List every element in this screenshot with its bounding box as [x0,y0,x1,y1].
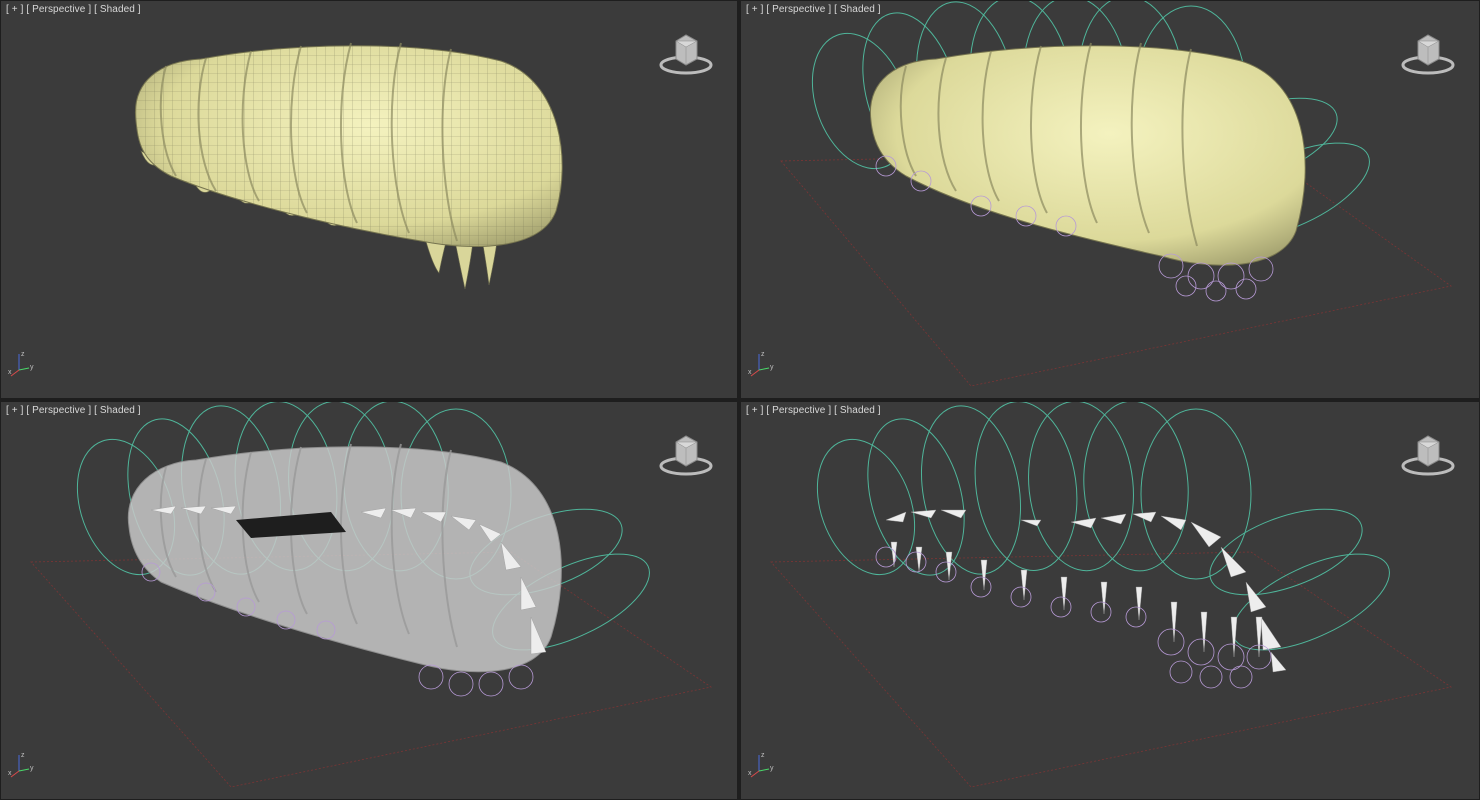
viewport-label: [ + ] [ Perspective ] [ Shaded ] [746,4,881,15]
axis-y-label: y [30,364,34,371]
viewport-label: [ + ] [ Perspective ] [ Shaded ] [6,405,141,416]
axis-y-label: y [30,765,34,772]
viewport-bottom-left[interactable]: [ + ] [ Perspective ] [ Shaded ] z x y [1,402,737,799]
axis-x-label: x [748,369,752,376]
scene-mesh-with-rig-controls [780,1,1452,387]
spine-bones[interactable] [885,509,1287,673]
viewcube-icon[interactable] [659,29,713,77]
axis-y-label: y [770,765,774,772]
scene-shaded-mesh [134,42,563,290]
viewport-menu[interactable]: [ + ] [6,4,23,15]
viewport-label: [ + ] [ Perspective ] [ Shaded ] [6,4,141,15]
scene-skeleton-only [770,402,1453,788]
axis-x-label: x [748,770,752,777]
axis-x-label: x [8,770,12,777]
viewcube-icon[interactable] [1401,29,1455,77]
viewport-menu[interactable]: [ + ] [746,4,763,15]
caterpillar-mesh[interactable] [869,42,1306,266]
viewport-view-mode[interactable]: [ Perspective ] [766,4,831,15]
viewport-label: [ + ] [ Perspective ] [ Shaded ] [746,405,881,416]
axis-y-label: y [770,364,774,371]
viewport-bottom-right[interactable]: [ + ] [ Perspective ] [ Shaded ] z x y [741,402,1479,799]
caterpillar-mesh[interactable] [134,42,563,290]
ground-grid [770,551,1453,788]
quad-viewport-layout: [ + ] [ Perspective ] [ Shaded ] z x y [… [0,0,1480,800]
axis-z-label: z [21,351,25,358]
caterpillar-mesh-xray[interactable] [127,443,562,673]
axis-x-label: x [8,369,12,376]
axis-z-label: z [761,351,765,358]
viewport-shading-mode[interactable]: [ Shaded ] [94,405,141,416]
viewport-view-mode[interactable]: [ Perspective ] [26,4,91,15]
viewport-view-mode[interactable]: [ Perspective ] [766,405,831,416]
viewport-menu[interactable]: [ + ] [746,405,763,416]
viewport-shading-mode[interactable]: [ Shaded ] [834,4,881,15]
axis-z-label: z [21,752,25,759]
viewport-view-mode[interactable]: [ Perspective ] [26,405,91,416]
viewport-menu[interactable]: [ + ] [6,405,23,416]
axis-tripod-icon: z x y [748,351,774,377]
viewport-shading-mode[interactable]: [ Shaded ] [834,405,881,416]
control-curves[interactable] [800,402,1403,670]
axis-tripod-icon: z x y [8,752,34,778]
axis-tripod-icon: z x y [748,752,774,778]
viewport-shading-mode[interactable]: [ Shaded ] [94,4,141,15]
viewport-top-right[interactable]: [ + ] [ Perspective ] [ Shaded ] z x y [741,1,1479,398]
axis-z-label: z [761,752,765,759]
scene-xray-mesh-with-bones [30,402,713,788]
axis-tripod-icon: z x y [8,351,34,377]
viewcube-icon[interactable] [1401,430,1455,478]
viewcube-icon[interactable] [659,430,713,478]
viewport-top-left[interactable]: [ + ] [ Perspective ] [ Shaded ] z x y [1,1,737,398]
